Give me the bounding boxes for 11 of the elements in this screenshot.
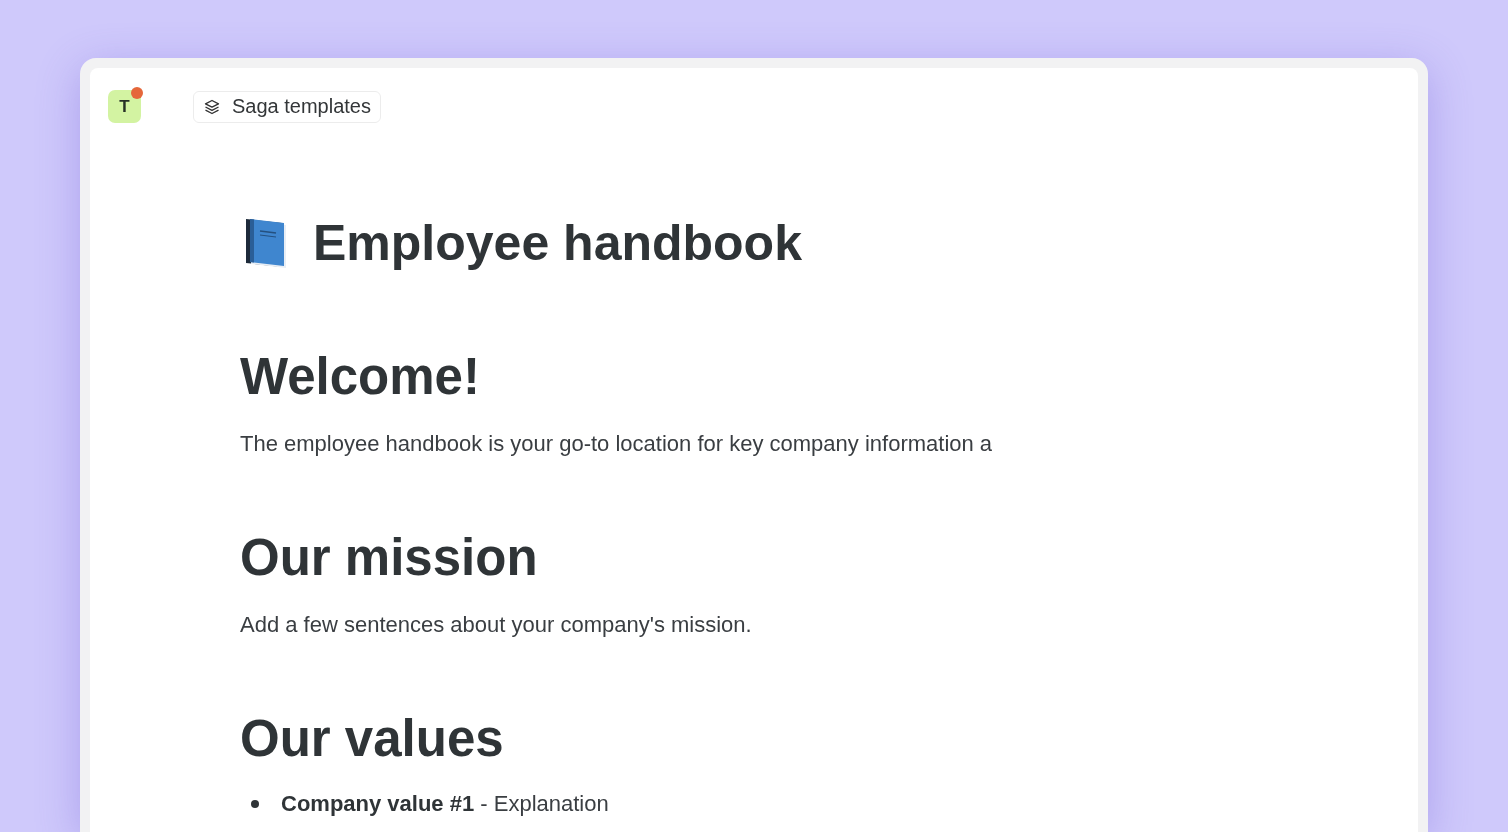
section-heading: Our values [240,709,505,769]
templates-button[interactable]: Saga templates [193,90,381,123]
layers-icon [204,98,220,115]
paragraph-text: Add a few sentences about your company's mission. [240,611,753,639]
section-heading: Our mission [240,528,539,588]
page-title: Employee handbook [313,214,802,273]
workspace-avatar[interactable]: T [108,90,141,123]
list-item-text: Company value #1 - Explanation [281,790,609,818]
bullet-icon [251,800,259,808]
paragraph-text: The employee handbook is your go-to location for key company information a [240,430,994,458]
section-heading: Welcome! [240,347,481,407]
